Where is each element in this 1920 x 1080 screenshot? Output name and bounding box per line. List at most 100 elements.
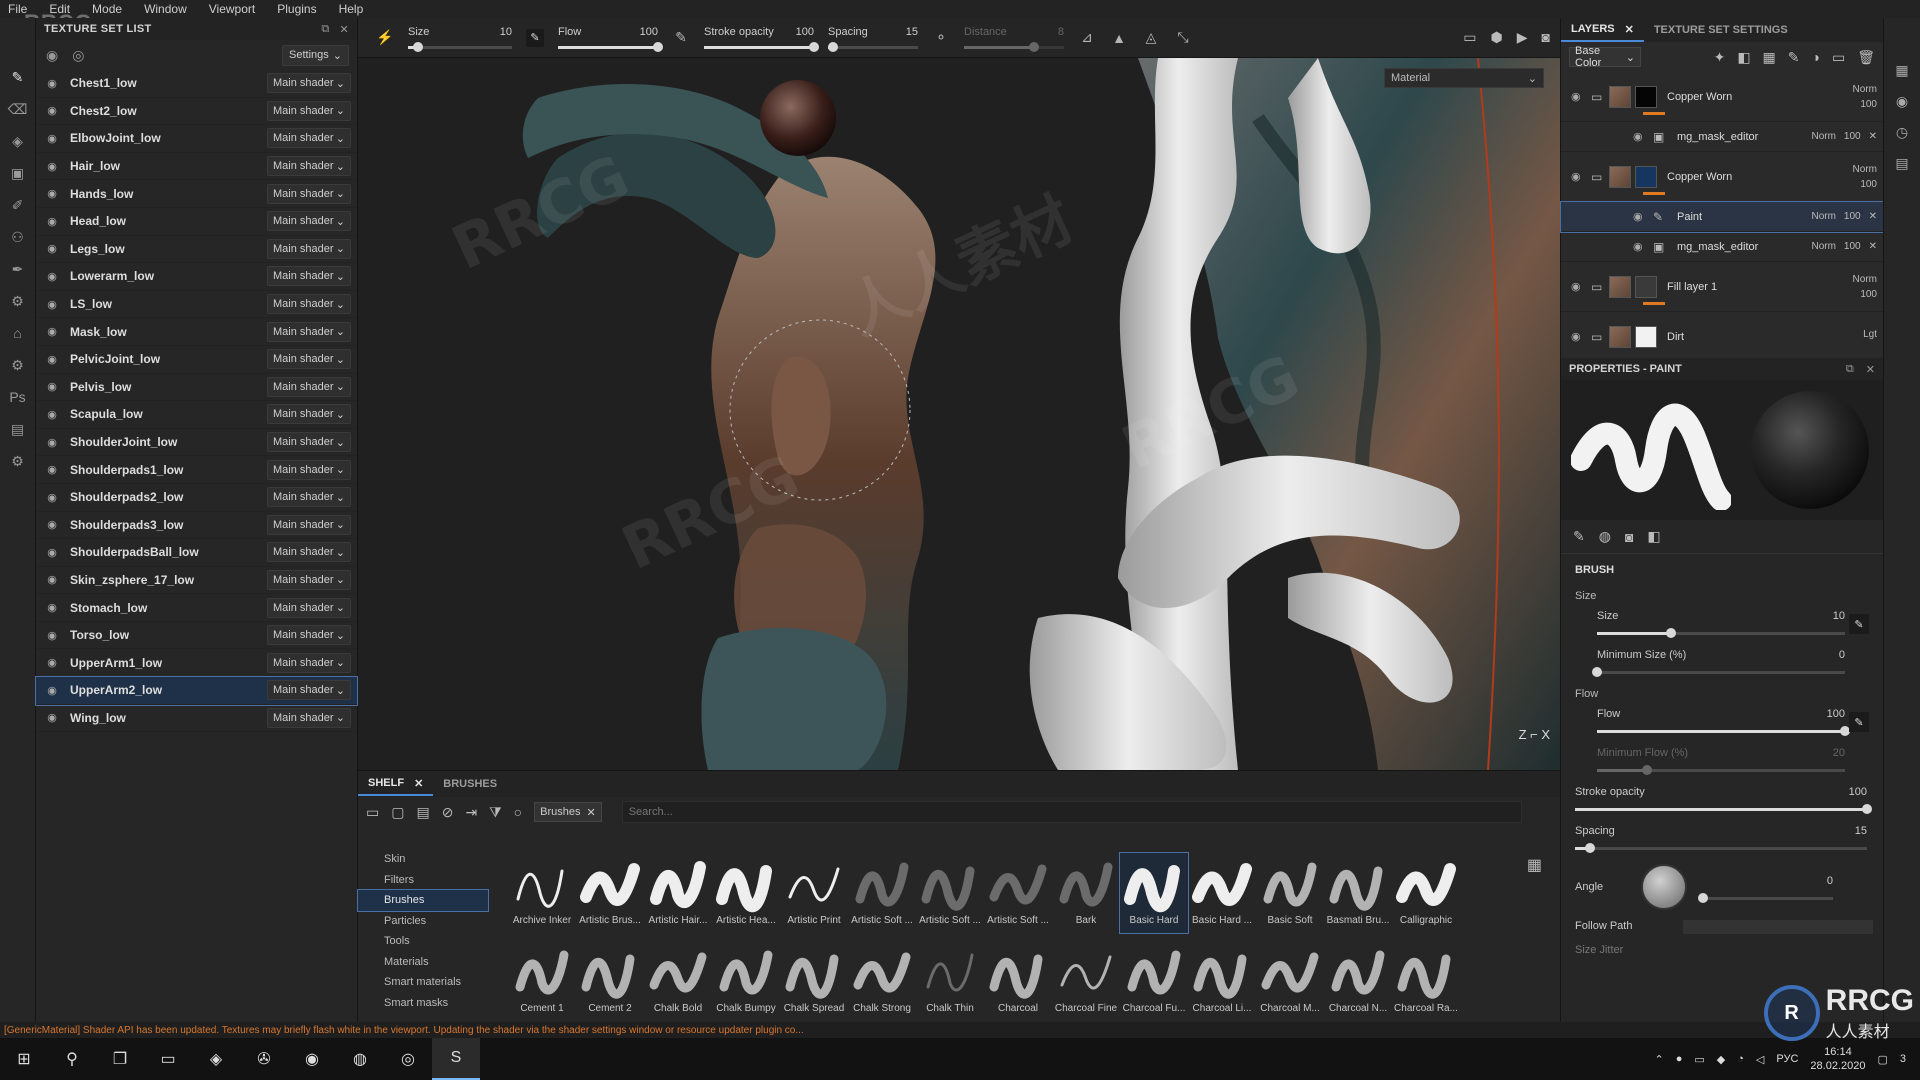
texture-set-row[interactable]: ◉ LS_low Main shader ⌄ bbox=[36, 291, 357, 319]
folder-icon[interactable]: ▭ bbox=[1591, 280, 1609, 294]
shader-select[interactable]: Main shader ⌄ bbox=[267, 183, 351, 204]
shader-select[interactable]: Main shader ⌄ bbox=[267, 100, 351, 121]
texture-set-row[interactable]: ◉ UpperArm1_low Main shader ⌄ bbox=[36, 649, 357, 678]
brush-tab-icon[interactable]: ✎ bbox=[1573, 528, 1585, 545]
settings-dropdown[interactable]: Settings ⌄ bbox=[282, 44, 349, 66]
eye-icon[interactable]: ◉ bbox=[40, 491, 64, 504]
layer-opacity[interactable]: 100 bbox=[1860, 179, 1877, 190]
eye-icon[interactable]: ◉ bbox=[1571, 90, 1591, 103]
viewport-channel-select[interactable]: Material ⌄ bbox=[1384, 68, 1544, 88]
task-view-icon[interactable]: ❐ bbox=[96, 1038, 144, 1080]
eye-icon[interactable]: ◉ bbox=[40, 573, 64, 586]
brush-preset-icon[interactable]: ⚡ bbox=[376, 29, 394, 46]
brush-thumbnail[interactable]: Charcoal M... bbox=[1256, 941, 1324, 1021]
brush-thumbnail[interactable]: Artistic Soft ... bbox=[984, 853, 1052, 933]
solo-icon[interactable]: ◎ bbox=[72, 47, 84, 64]
eye-icon[interactable]: ◉ bbox=[1571, 280, 1591, 293]
shader-select[interactable]: Main shader ⌄ bbox=[267, 376, 351, 397]
brush-thumbnail[interactable]: Chalk Thin bbox=[916, 941, 984, 1021]
layer-row[interactable]: ◉ ▭ Dirt Lgt bbox=[1561, 312, 1883, 362]
shader-select[interactable]: Main shader ⌄ bbox=[267, 459, 351, 480]
texture-set-row[interactable]: ◉ PelvicJoint_low Main shader ⌄ bbox=[36, 346, 357, 374]
brush-thumbnail[interactable]: Charcoal Fine bbox=[1052, 941, 1120, 1021]
3d-viewport[interactable]: Material ⌄ Z ⌐ X RRCG 人人素材 RRCG RRCG bbox=[358, 58, 1560, 770]
tab-texture-set-settings[interactable]: TEXTURE SET SETTINGS bbox=[1644, 18, 1798, 42]
display-settings-icon[interactable]: ▤ bbox=[7, 418, 29, 440]
new-resource-icon[interactable]: ▢ bbox=[391, 804, 404, 821]
brush-thumbnail[interactable]: Chalk Bumpy bbox=[712, 941, 780, 1021]
brush-thumbnail[interactable]: Artistic Soft ... bbox=[848, 853, 916, 933]
brush-thumbnail[interactable]: Basic Hard bbox=[1119, 852, 1189, 934]
lazy-mouse-icon[interactable]: ⚬ bbox=[932, 29, 950, 46]
brush-thumbnail[interactable]: Chalk Strong bbox=[848, 941, 916, 1021]
shader-select[interactable]: Main shader ⌄ bbox=[267, 349, 351, 370]
eye-icon[interactable]: ◉ bbox=[40, 629, 64, 642]
prop-spacing-slider[interactable]: Spacing 15 bbox=[1575, 825, 1867, 853]
texture-set-row[interactable]: ◉ Mask_low Main shader ⌄ bbox=[36, 318, 357, 346]
blend-mode[interactable]: Norm bbox=[1853, 274, 1877, 285]
texture-set-row[interactable]: ◉ Chest1_low Main shader ⌄ bbox=[36, 70, 357, 98]
add-effect-icon[interactable]: ✦ bbox=[1714, 49, 1726, 66]
shader-select[interactable]: Main shader ⌄ bbox=[267, 680, 351, 701]
shelf-category[interactable]: Filters bbox=[358, 870, 488, 891]
camera-align-icon[interactable]: ◬ bbox=[1142, 29, 1160, 46]
layer-row[interactable]: ◉ ▭ Fill layer 1 Norm 100 bbox=[1561, 262, 1883, 312]
viewport-2d-icon[interactable]: ▭ bbox=[1463, 29, 1476, 46]
layer-row[interactable]: ◉ ▭ Copper Worn Norm 100 bbox=[1561, 72, 1883, 122]
history-icon[interactable]: ◷ bbox=[1896, 124, 1908, 141]
close-icon[interactable]: ✕ bbox=[1869, 241, 1877, 252]
shader-select[interactable]: Main shader ⌄ bbox=[267, 487, 351, 508]
layer-opacity[interactable]: 100 bbox=[1860, 289, 1877, 300]
shader-select[interactable]: Main shader ⌄ bbox=[267, 404, 351, 425]
shader-select[interactable]: Main shader ⌄ bbox=[267, 211, 351, 232]
brush-thumbnail[interactable]: Basic Soft bbox=[1256, 853, 1324, 933]
texture-set-row[interactable]: ◉ Chest2_low Main shader ⌄ bbox=[36, 98, 357, 126]
battery-icon[interactable]: ▭ bbox=[1694, 1053, 1704, 1066]
symmetry-icon[interactable]: ▲ bbox=[1110, 30, 1128, 46]
notifications-icon[interactable]: ▢ bbox=[1877, 1053, 1887, 1066]
close-icon[interactable]: ✕ bbox=[1869, 211, 1877, 222]
tab-layers[interactable]: LAYERS ✕ bbox=[1561, 18, 1644, 42]
brush-thumbnail[interactable]: Chalk Spread bbox=[780, 941, 848, 1021]
eye-icon[interactable]: ◉ bbox=[1571, 170, 1591, 183]
search-icon[interactable]: ⚲ bbox=[48, 1038, 96, 1080]
eye-icon[interactable]: ◉ bbox=[40, 242, 64, 255]
shader-select[interactable]: Main shader ⌄ bbox=[267, 73, 351, 94]
symmetry-options-icon[interactable]: ⊿ bbox=[1078, 29, 1096, 46]
texture-set-row[interactable]: ◉ Legs_low Main shader ⌄ bbox=[36, 236, 357, 264]
close-icon[interactable]: ✕ bbox=[587, 806, 596, 819]
shader-settings-icon[interactable]: ⚙ bbox=[7, 450, 29, 472]
shader-select[interactable]: Main shader ⌄ bbox=[267, 238, 351, 259]
effect-opacity[interactable]: 100 bbox=[1844, 211, 1861, 222]
texture-set-row[interactable]: ◉ Skin_zsphere_17_low Main shader ⌄ bbox=[36, 567, 357, 595]
bake-icon[interactable]: ⚙ bbox=[7, 290, 29, 312]
blend-mode[interactable]: Lgt bbox=[1863, 329, 1877, 340]
texture-set-row[interactable]: ◉ Head_low Main shader ⌄ bbox=[36, 208, 357, 236]
eye-icon[interactable]: ◉ bbox=[40, 546, 64, 559]
undock-icon[interactable]: ⧉ bbox=[1846, 363, 1854, 376]
texture-set-row[interactable]: ◉ Hands_low Main shader ⌄ bbox=[36, 180, 357, 208]
import-icon[interactable]: ⇥ bbox=[465, 804, 477, 821]
filter-icon[interactable]: ⧩ bbox=[489, 804, 502, 821]
substance-painter-icon[interactable]: S bbox=[432, 1038, 480, 1080]
effect-opacity[interactable]: 100 bbox=[1844, 131, 1861, 142]
min-size-knob[interactable] bbox=[1592, 667, 1602, 677]
texture-set-row[interactable]: ◉ ElbowJoint_low Main shader ⌄ bbox=[36, 125, 357, 153]
eye-icon[interactable]: ◉ bbox=[40, 408, 64, 421]
shader-select[interactable]: Main shader ⌄ bbox=[267, 128, 351, 149]
texture-set-row[interactable]: ◉ UpperArm2_low Main shader ⌄ bbox=[35, 676, 358, 706]
brush-thumbnail[interactable]: Chalk Bold bbox=[644, 941, 712, 1021]
shader-select[interactable]: Main shader ⌄ bbox=[267, 652, 351, 673]
screenshot-icon[interactable]: ◙ bbox=[1542, 29, 1550, 46]
prop-size-slider[interactable]: Size 10 ✎ bbox=[1575, 610, 1869, 638]
shader-select[interactable]: Main shader ⌄ bbox=[267, 597, 351, 618]
flow-slider[interactable]: Flow 100 bbox=[558, 22, 663, 54]
texture-set-row[interactable]: ◉ Wing_low Main shader ⌄ bbox=[36, 705, 357, 733]
menu-item-window[interactable]: Window bbox=[144, 2, 187, 16]
color-picker-icon[interactable]: ✒ bbox=[7, 258, 29, 280]
camera-icon[interactable]: ▶ bbox=[1517, 29, 1528, 46]
export-icon[interactable]: ⌂ bbox=[7, 322, 29, 344]
texture-set-row[interactable]: ◉ Pelvis_low Main shader ⌄ bbox=[36, 374, 357, 402]
shelf-category[interactable]: Tools bbox=[358, 931, 488, 952]
chrome-icon[interactable]: ◍ bbox=[336, 1038, 384, 1080]
